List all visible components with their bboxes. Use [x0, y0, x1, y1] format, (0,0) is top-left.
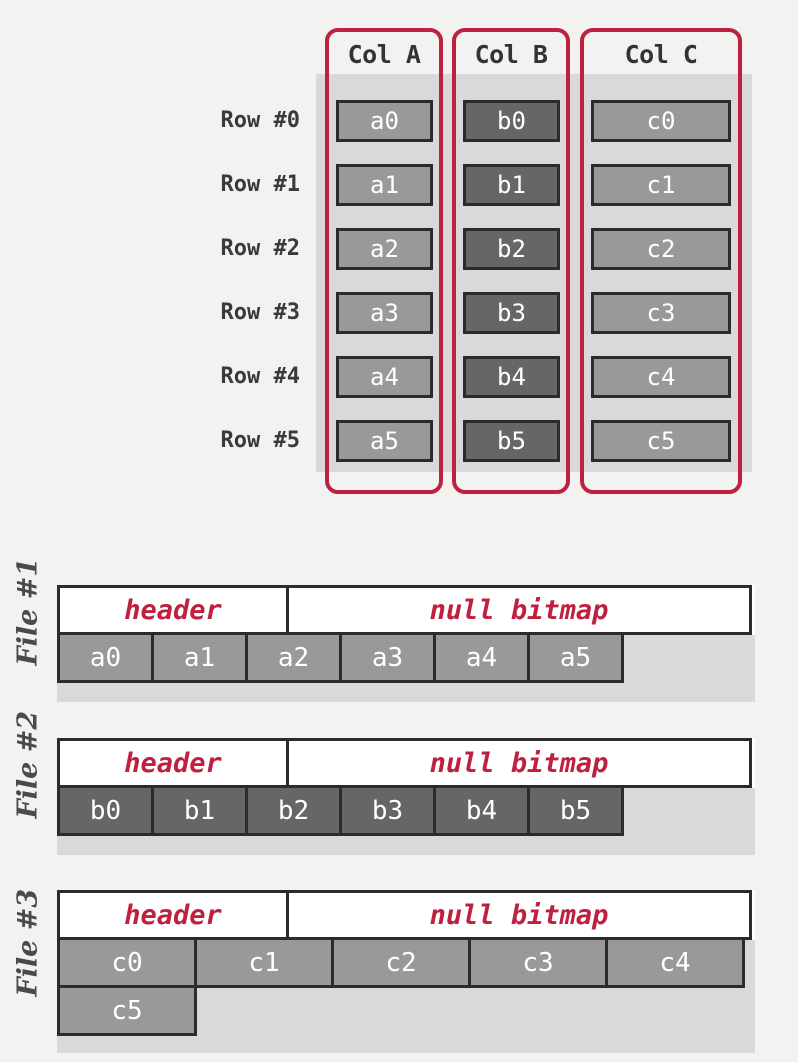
file-data-row-3a: c0 c1 c2 c3 c4	[57, 937, 745, 988]
table-cell-b5: b5	[463, 420, 560, 462]
row-label-2: Row #2	[220, 236, 300, 261]
table-cell-a0: a0	[336, 100, 433, 142]
file-cell-c0: c0	[57, 937, 197, 988]
row-label-1: Row #1	[220, 172, 300, 197]
file-label-3: File #3	[12, 888, 44, 997]
table-cell-c2: c2	[591, 228, 731, 270]
file-data-row-2: b0 b1 b2 b3 b4 b5	[57, 785, 624, 836]
file-cell-c2: c2	[331, 937, 471, 988]
table-cell-a2: a2	[336, 228, 433, 270]
file-cell-c4: c4	[605, 937, 745, 988]
file-cell-a2: a2	[245, 632, 342, 683]
table-cell-b3: b3	[463, 292, 560, 334]
table-cell-c3: c3	[591, 292, 731, 334]
file-cell-b5: b5	[527, 785, 624, 836]
file-cell-a1: a1	[151, 632, 248, 683]
file-nullbitmap-label-2: null bitmap	[286, 738, 752, 788]
table-cell-c5: c5	[591, 420, 731, 462]
file-data-row-3b: c5	[57, 985, 197, 1036]
table-cell-b2: b2	[463, 228, 560, 270]
file-data-row-1: a0 a1 a2 a3 a4 a5	[57, 632, 624, 683]
file-header-row-2: header null bitmap	[57, 738, 755, 788]
file-header-label-2: header	[57, 738, 289, 788]
row-label-0: Row #0	[220, 108, 300, 133]
file-nullbitmap-label-3: null bitmap	[286, 890, 752, 940]
column-table-diagram: Row #0 Row #1 Row #2 Row #3 Row #4 Row #…	[0, 0, 798, 520]
file-cell-b4: b4	[433, 785, 530, 836]
file-cell-c1: c1	[194, 937, 334, 988]
file-label-1: File #1	[12, 557, 44, 666]
column-header-b: Col B	[474, 40, 548, 69]
table-cell-a4: a4	[336, 356, 433, 398]
table-cell-b1: b1	[463, 164, 560, 206]
file-cell-a3: a3	[339, 632, 436, 683]
file-cell-c5: c5	[57, 985, 197, 1036]
file-cell-a5: a5	[527, 632, 624, 683]
file-label-2: File #2	[12, 710, 44, 819]
file-header-row-1: header null bitmap	[57, 585, 755, 635]
column-header-c: Col C	[624, 40, 698, 69]
table-cell-b4: b4	[463, 356, 560, 398]
file-cell-b0: b0	[57, 785, 154, 836]
file-header-row-3: header null bitmap	[57, 890, 755, 940]
file-block-1: File #1 header null bitmap a0 a1 a2 a3 a…	[0, 557, 798, 705]
file-nullbitmap-label-1: null bitmap	[286, 585, 752, 635]
file-header-label-3: header	[57, 890, 289, 940]
row-label-3: Row #3	[220, 300, 300, 325]
table-cell-c0: c0	[591, 100, 731, 142]
table-cell-c4: c4	[591, 356, 731, 398]
table-cell-a5: a5	[336, 420, 433, 462]
file-cell-b1: b1	[151, 785, 248, 836]
file-cell-a0: a0	[57, 632, 154, 683]
file-block-2: File #2 header null bitmap b0 b1 b2 b3 b…	[0, 710, 798, 858]
file-cell-b2: b2	[245, 785, 342, 836]
file-cell-c3: c3	[468, 937, 608, 988]
table-cell-a1: a1	[336, 164, 433, 206]
row-label-4: Row #4	[220, 364, 300, 389]
table-cell-c1: c1	[591, 164, 731, 206]
column-header-a: Col A	[347, 40, 421, 69]
table-cell-b0: b0	[463, 100, 560, 142]
file-cell-a4: a4	[433, 632, 530, 683]
table-cell-a3: a3	[336, 292, 433, 334]
file-block-3: File #3 header null bitmap c0 c1 c2 c3 c…	[0, 888, 798, 1062]
row-label-5: Row #5	[220, 428, 300, 453]
file-header-label-1: header	[57, 585, 289, 635]
file-cell-b3: b3	[339, 785, 436, 836]
